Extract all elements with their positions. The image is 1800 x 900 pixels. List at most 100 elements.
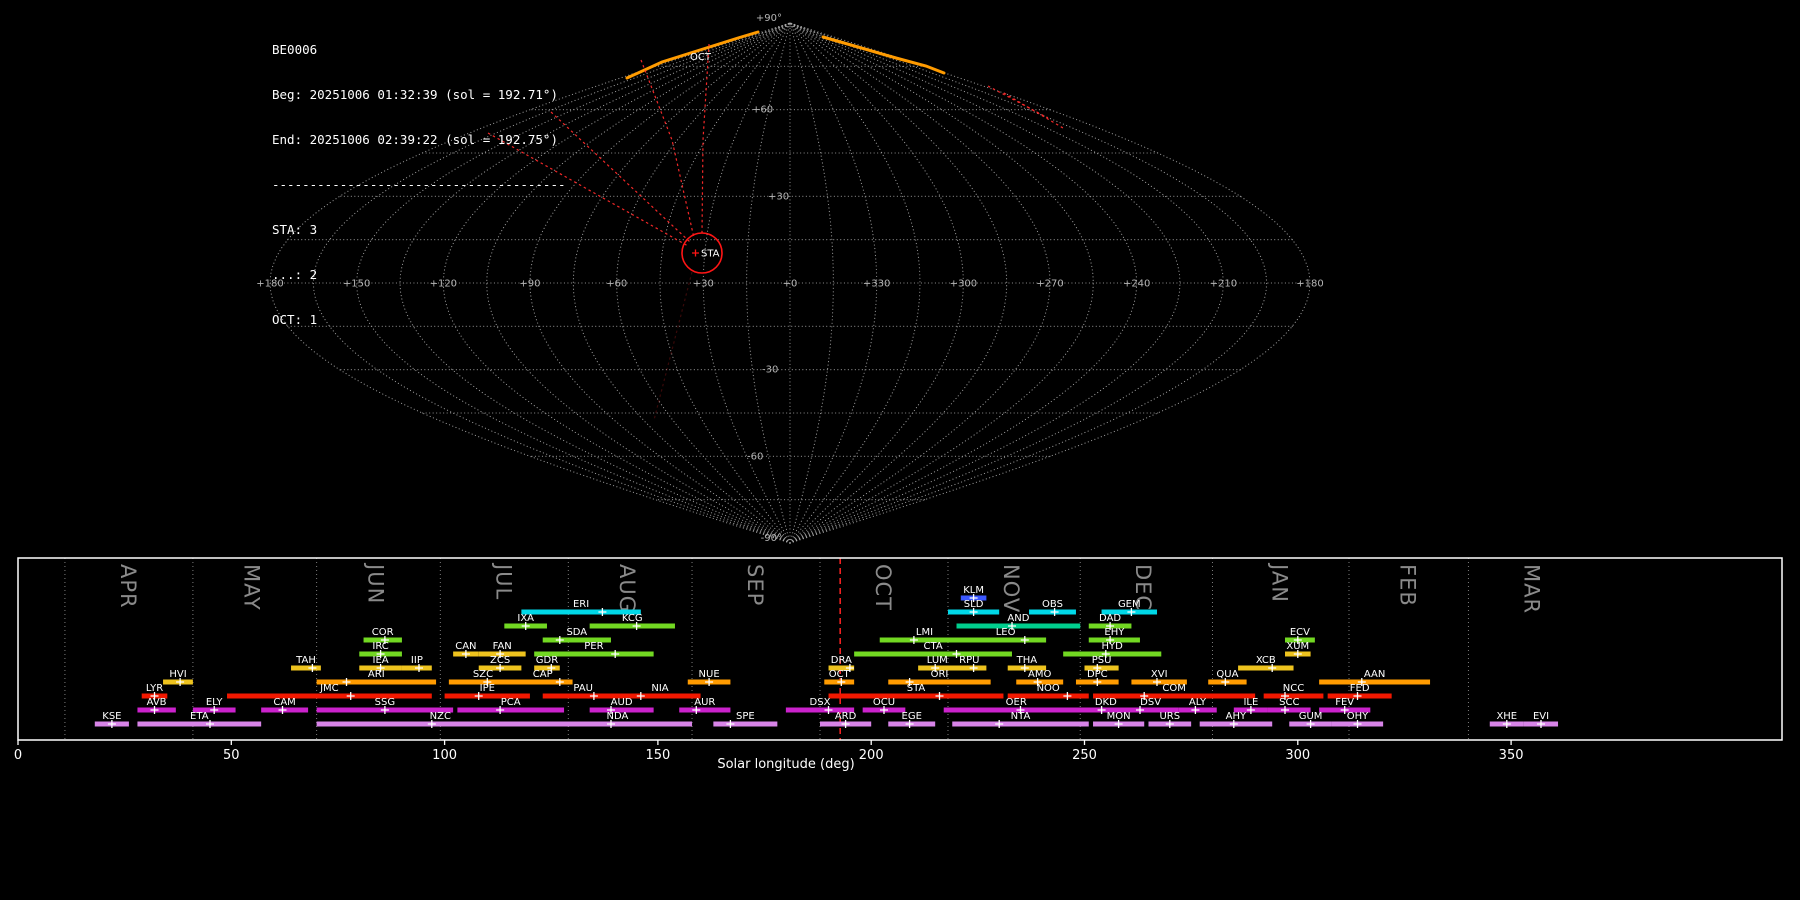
shower-OCU: OCU <box>862 697 906 714</box>
shower-label: ELY <box>206 697 224 708</box>
x-tick-label: 0 <box>14 748 22 763</box>
shower-QUA: QUA <box>1208 669 1247 686</box>
peak-marker <box>342 678 351 686</box>
peak-marker <box>1063 692 1072 700</box>
shower-CAN: CAN <box>453 641 479 658</box>
shower-label: AVB <box>147 697 167 708</box>
shower-IIP: IIP <box>401 655 432 672</box>
shower-label: XHE <box>1496 711 1517 722</box>
shower-label: XCB <box>1256 655 1276 666</box>
shower-XCB: XCB <box>1238 655 1294 672</box>
shower-label: NOO <box>1037 683 1060 694</box>
radiant-circle: STA <box>681 232 723 274</box>
shower-label: GEM <box>1118 599 1141 610</box>
month-label-JUN: JUN <box>363 562 387 604</box>
meteor-trail <box>640 59 695 239</box>
shower-label: NIA <box>651 683 668 694</box>
shower-label: KLM <box>963 585 984 596</box>
meteor-observation-plot: +180 +150 +120 +90 +60 +30 +0 +330 +300 +270 +240 +… <box>14 13 1783 772</box>
shower-IXA: IXA <box>504 613 547 630</box>
shower-label: IEA <box>373 655 389 666</box>
north-pole-label: +90° <box>756 13 782 24</box>
month-label-MAR: MAR <box>1519 564 1543 614</box>
shower-label: PSU <box>1092 655 1112 666</box>
x-tick-label: 250 <box>1072 748 1097 763</box>
lon-label: +180 <box>1296 279 1323 290</box>
month-label-MAY: MAY <box>240 564 264 611</box>
oct-radiant-arc: OCT <box>625 30 946 80</box>
x-tick-label: 200 <box>859 748 884 763</box>
separator-line: --------------------------------------- <box>272 177 566 192</box>
begin-time: Beg: 20251006 01:32:39 (sol = 192.71°) <box>272 87 558 102</box>
shower-label: LUM <box>927 655 948 666</box>
shower-CAM: CAM <box>261 697 309 714</box>
shower-label: THA <box>1016 655 1038 666</box>
shower-label: ZCS <box>490 655 510 666</box>
shower-label: SLD <box>964 599 984 610</box>
shower-label: NDA <box>606 711 628 722</box>
lon-label: +270 <box>1036 279 1063 290</box>
shower-TAH: TAH <box>291 655 321 672</box>
shower-PCA: PCA <box>457 697 565 714</box>
peak-marker <box>1020 636 1029 644</box>
shower-label: IPE <box>480 683 495 694</box>
lon-label: +210 <box>1210 279 1237 290</box>
shower-label: DSX <box>810 697 831 708</box>
shower-label: OER <box>1006 697 1027 708</box>
shower-label: KSE <box>102 711 121 722</box>
shower-EGE: EGE <box>888 711 936 728</box>
shower-NTA: NTA <box>952 711 1089 728</box>
shower-OHY: OHY <box>1331 711 1384 728</box>
lat-label: +60 <box>752 105 773 116</box>
peak-marker <box>935 692 944 700</box>
shower-CAP: CAP <box>512 669 573 686</box>
shower-label: XVI <box>1151 669 1168 680</box>
shower-label: SCC <box>1279 697 1299 708</box>
shower-label: NUE <box>699 669 720 680</box>
shower-label: URS <box>1159 711 1180 722</box>
x-axis-title: Solar longitude (deg) <box>717 757 854 772</box>
shower-SPE: SPE <box>713 711 778 728</box>
shower-OCT: OCT <box>824 669 855 686</box>
shower-label: OHY <box>1347 711 1369 722</box>
radiant-cross-icon <box>692 249 699 257</box>
shower-label: AMO <box>1028 669 1051 680</box>
peak-marker <box>598 608 607 616</box>
count-sporadic: ...: 2 <box>272 267 318 282</box>
shower-label: AHY <box>1226 711 1247 722</box>
shower-label: DPC <box>1087 669 1108 680</box>
shower-label: SSG <box>375 697 395 708</box>
shower-label: EGE <box>902 711 922 722</box>
shower-label: OCT <box>829 669 851 680</box>
peak-marker <box>995 720 1004 728</box>
shower-label: SDA <box>566 627 587 638</box>
shower-SLD: SLD <box>947 599 1000 616</box>
shower-label: HVI <box>169 669 186 680</box>
shower-label: CTA <box>924 641 943 652</box>
shower-label: ARI <box>368 669 385 680</box>
shower-LEO: LEO <box>965 627 1047 644</box>
shower-label: AUR <box>694 697 715 708</box>
x-tick-label: 300 <box>1285 748 1310 763</box>
shower-JMC: JMC <box>227 683 432 700</box>
meteor-trails <box>487 43 1064 421</box>
shower-label: EVI <box>1533 711 1549 722</box>
shower-ALY: ALY <box>1178 697 1217 714</box>
shower-label: HYD <box>1102 641 1124 652</box>
shower-label: LEO <box>996 627 1016 638</box>
shower-label: COR <box>372 627 394 638</box>
oct-arc-segment <box>821 35 946 75</box>
shower-AVB: AVB <box>137 697 176 714</box>
shower-label: FEV <box>1335 697 1354 708</box>
shower-label: IXA <box>517 613 534 624</box>
shower-label: FED <box>1350 683 1370 694</box>
peak-marker <box>555 678 564 686</box>
south-pole-label: -90° <box>761 533 782 544</box>
lon-label: +240 <box>1123 279 1150 290</box>
info-block: BE0006 Beg: 20251006 01:32:39 (sol = 192… <box>272 12 566 342</box>
shower-MON: MON <box>1093 711 1145 728</box>
shower-label: ORI <box>931 669 949 680</box>
station-id: BE0006 <box>272 42 318 57</box>
shower-label: ALY <box>1189 697 1207 708</box>
shower-label: KCG <box>622 613 643 624</box>
